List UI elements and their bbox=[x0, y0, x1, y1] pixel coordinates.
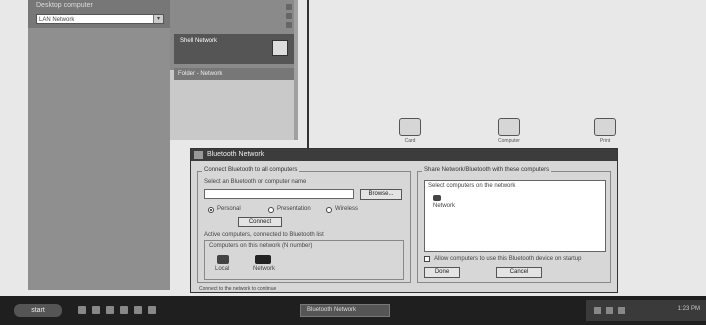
left-panel: Desktop computer LAN Network ▾ bbox=[28, 0, 170, 290]
network-device-label: Network bbox=[253, 266, 276, 272]
radio-wireless[interactable] bbox=[326, 207, 332, 213]
desktop-icon-print[interactable]: Print bbox=[590, 118, 620, 144]
radio-wireless-label: Wireless bbox=[335, 206, 359, 212]
allow-startup-label: Allow computers to use this Bluetooth de… bbox=[434, 256, 582, 262]
computer-icon bbox=[498, 118, 520, 136]
connect-group: Connect Bluetooth to all computers Selec… bbox=[197, 167, 411, 283]
cancel-button[interactable]: Cancel bbox=[496, 267, 542, 278]
computer-list-title: Select computers on the network bbox=[428, 183, 516, 189]
bluetooth-icon bbox=[194, 151, 203, 159]
folder-subtitle: Folder - Network bbox=[174, 68, 294, 80]
quick-launch-icon[interactable] bbox=[148, 306, 156, 314]
radio-presentation-label: Presentation bbox=[277, 206, 311, 212]
chevron-down-icon[interactable]: ▾ bbox=[153, 15, 163, 23]
pc-card-icon bbox=[399, 118, 421, 136]
allow-startup-checkbox[interactable] bbox=[424, 256, 430, 262]
browse-button[interactable]: Browse... bbox=[360, 189, 402, 200]
radio-presentation[interactable] bbox=[268, 207, 274, 213]
close-icon[interactable] bbox=[286, 4, 292, 10]
middle-panel-header: Shell Network bbox=[170, 0, 298, 70]
share-group-title: Share Network/Bluetooth with these compu… bbox=[422, 167, 552, 173]
clock: 1:23 PM bbox=[677, 306, 700, 312]
done-button[interactable]: Done bbox=[424, 267, 460, 278]
taskbar: start Bluetooth Network 1:23 PM bbox=[0, 296, 706, 325]
network-icon bbox=[433, 195, 441, 201]
folder-label: Shell Network bbox=[180, 38, 218, 44]
middle-panel-icons bbox=[284, 2, 294, 31]
local-device-label: Local bbox=[215, 266, 230, 272]
dialog-status: Connect to the network to continue bbox=[199, 286, 277, 292]
folder-icon bbox=[272, 40, 288, 56]
computer-name-input[interactable] bbox=[204, 189, 354, 199]
instruction-text: Select an Bluetooth or computer name bbox=[204, 179, 307, 185]
connect-group-title: Connect Bluetooth to all computers bbox=[202, 167, 300, 173]
network-combo[interactable]: LAN Network ▾ bbox=[36, 14, 164, 24]
local-device-icon[interactable] bbox=[217, 255, 229, 264]
network-device-icon[interactable] bbox=[255, 255, 271, 264]
quick-launch-icon[interactable] bbox=[120, 306, 128, 314]
folder-row[interactable]: Shell Network bbox=[174, 34, 294, 64]
left-panel-label: Desktop computer bbox=[36, 2, 93, 9]
share-group: Share Network/Bluetooth with these compu… bbox=[417, 167, 611, 283]
bluetooth-network-dialog: Bluetooth Network Connect Bluetooth to a… bbox=[190, 148, 618, 293]
start-button[interactable]: start bbox=[14, 304, 62, 317]
desktop-icon-label: Card bbox=[404, 138, 416, 144]
computer-list[interactable]: Select computers on the network Network bbox=[424, 180, 606, 252]
vertical-scrollbar[interactable] bbox=[294, 0, 298, 140]
desktop-icon-card[interactable]: Card bbox=[395, 118, 425, 144]
quick-launch-icon[interactable] bbox=[134, 306, 142, 314]
connect-button[interactable]: Connect bbox=[238, 217, 282, 227]
system-tray: 1:23 PM bbox=[586, 300, 706, 321]
desktop-icon-label: Print bbox=[599, 138, 611, 144]
quick-launch-icon[interactable] bbox=[78, 306, 86, 314]
left-panel-header: Desktop computer LAN Network ▾ bbox=[28, 0, 170, 28]
tray-icon[interactable] bbox=[618, 307, 625, 314]
middle-panel: Shell Network Folder - Network bbox=[170, 0, 298, 140]
dialog-titlebar[interactable]: Bluetooth Network bbox=[191, 149, 617, 161]
minimize-icon[interactable] bbox=[286, 13, 292, 19]
quick-launch-icon[interactable] bbox=[106, 306, 114, 314]
devices-group: Computers on this network (N number) Loc… bbox=[204, 240, 404, 280]
menu-icon[interactable] bbox=[286, 22, 292, 28]
devices-subtitle: Computers on this network (N number) bbox=[209, 243, 313, 249]
list-item[interactable]: Network bbox=[433, 203, 455, 209]
radio-personal-label: Personal bbox=[217, 206, 241, 212]
dialog-title: Bluetooth Network bbox=[207, 151, 265, 158]
quick-launch-icon[interactable] bbox=[92, 306, 100, 314]
network-combo-value: LAN Network bbox=[39, 17, 75, 23]
devices-title: Active computers, connected to Bluetooth… bbox=[204, 232, 324, 238]
tray-icon[interactable] bbox=[594, 307, 601, 314]
radio-personal[interactable] bbox=[208, 207, 214, 213]
tray-icon[interactable] bbox=[606, 307, 613, 314]
desktop-icon-computer[interactable]: Computer bbox=[494, 118, 524, 144]
divider bbox=[307, 0, 309, 150]
taskbar-item-bluetooth[interactable]: Bluetooth Network bbox=[300, 304, 390, 317]
printer-icon bbox=[594, 118, 616, 136]
desktop-icon-label: Computer bbox=[498, 138, 520, 144]
